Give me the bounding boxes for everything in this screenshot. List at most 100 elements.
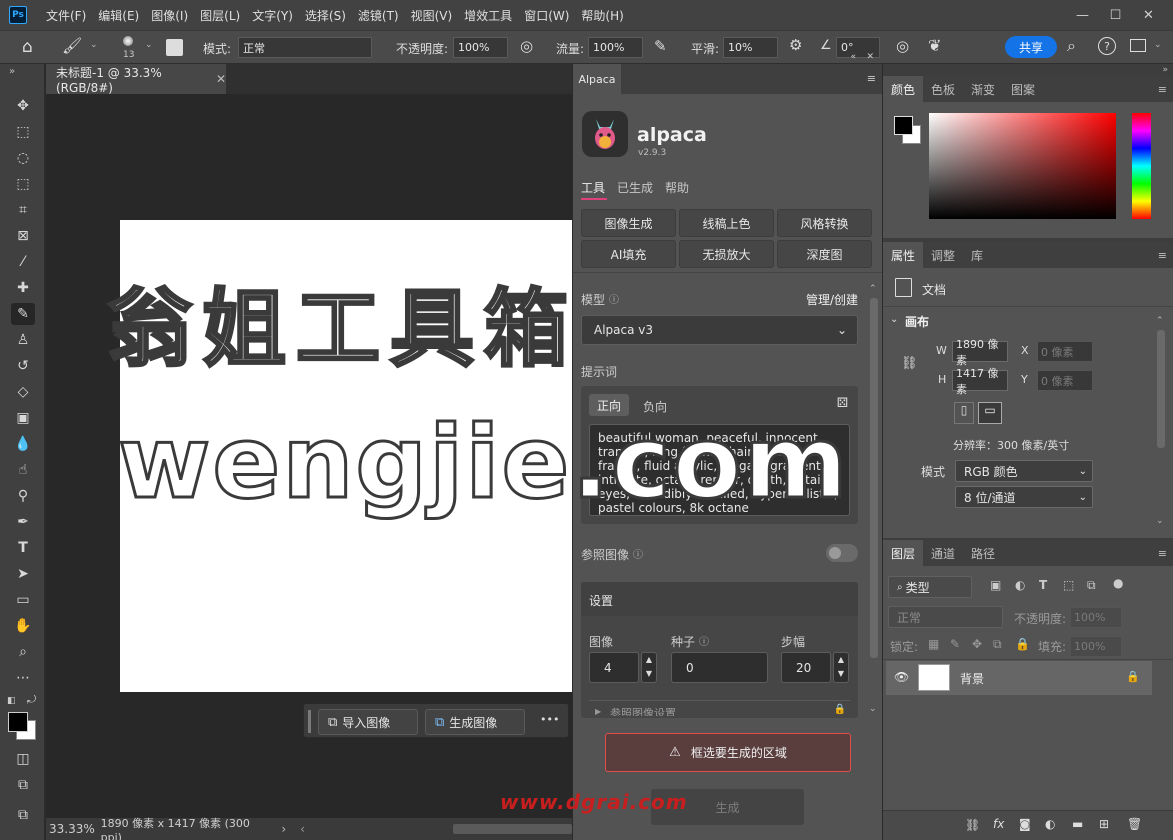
link-layers-icon[interactable]: ⛓ [965, 818, 980, 832]
tool-image-generate[interactable]: 图像生成 [581, 209, 676, 237]
y-input[interactable]: 0 像素 [1037, 370, 1093, 391]
plugin-scrollbar[interactable]: ⌃ ⌄ [869, 284, 879, 714]
plugin-tab[interactable]: Alpaca [573, 64, 621, 94]
workspace-icon[interactable] [1130, 39, 1146, 52]
eye-icon[interactable]: 👁 [894, 670, 909, 684]
menu-layer[interactable]: 图层(L) [194, 7, 246, 24]
hand-tool-icon[interactable]: ✋ [11, 615, 35, 637]
move-tool-icon[interactable]: ✥ [11, 95, 35, 117]
chevron-down-icon[interactable]: ⌄ [890, 314, 898, 325]
steps-input[interactable]: 20 [781, 652, 831, 683]
close-panel-icon[interactable]: ✕ [866, 52, 874, 62]
filter-toggle-icon[interactable]: ● [1113, 576, 1123, 590]
x-input[interactable]: 0 像素 [1037, 341, 1093, 362]
color-picker-field[interactable] [929, 113, 1116, 219]
object-select-tool-icon[interactable]: ⬚ [11, 173, 35, 195]
tab-properties[interactable]: 属性 [883, 242, 924, 268]
chevron-right-icon[interactable]: › [281, 822, 286, 836]
minimize-button[interactable]: — [1066, 8, 1099, 23]
panel-menu-icon[interactable]: ≡ [1158, 249, 1167, 262]
menu-type[interactable]: 文字(Y) [246, 7, 299, 24]
document-tab[interactable]: 未标题-1 @ 33.3%(RGB/8#) ✕ [46, 64, 226, 95]
pressure-size-icon[interactable]: ◎ [896, 37, 909, 55]
tab-adjustments[interactable]: 调整 [923, 242, 963, 268]
tool-lineart-color[interactable]: 线稿上色 [679, 209, 774, 237]
menu-select[interactable]: 选择(S) [299, 7, 352, 24]
collapse-icon[interactable]: » [9, 66, 15, 77]
swap-colors-icon[interactable]: ⤾ [27, 693, 36, 707]
tab-color[interactable]: 颜色 [883, 76, 924, 102]
panel-menu-icon[interactable]: ≡ [1158, 547, 1167, 560]
tab-channels[interactable]: 通道 [923, 540, 963, 566]
tab-gradients[interactable]: 渐变 [963, 76, 1003, 102]
tool-style-transfer[interactable]: 风格转换 [777, 209, 872, 237]
tab-layers[interactable]: 图层 [883, 540, 924, 566]
fill-input[interactable]: 100% [1070, 636, 1122, 657]
chevron-down-icon[interactable]: ⌄ [90, 40, 98, 50]
menu-help[interactable]: 帮助(H) [575, 7, 629, 24]
filter-adjustment-icon[interactable]: ◐ [1015, 578, 1025, 592]
document-info[interactable]: 1890 像素 x 1417 像素 (300 ppi) [101, 815, 274, 840]
generative-icon[interactable]: ⧉ [11, 804, 35, 826]
layer-name[interactable]: 背景 [960, 670, 984, 687]
default-colors-icon[interactable]: ◧ [7, 696, 16, 706]
width-input[interactable]: 1890 像素 [952, 338, 1008, 367]
height-input[interactable]: 1417 像素 [952, 367, 1008, 396]
model-select[interactable]: Alpaca v3 ⌄ [581, 315, 858, 345]
panel-menu-icon[interactable]: ≡ [867, 72, 876, 85]
nav-help[interactable]: 帮助 [665, 179, 689, 196]
pen-tool-icon[interactable]: ✒ [11, 511, 35, 533]
home-icon[interactable]: ⌂ [22, 37, 33, 57]
eraser-tool-icon[interactable]: ◇ [11, 381, 35, 403]
hue-slider[interactable] [1132, 113, 1151, 219]
panel-menu-icon[interactable]: ≡ [1158, 83, 1167, 96]
menu-image[interactable]: 图像(I) [145, 7, 194, 24]
landscape-icon[interactable]: ▭ [978, 402, 1002, 424]
maximize-button[interactable]: ☐ [1099, 8, 1132, 23]
zoom-tool-icon[interactable]: ⌕ [11, 641, 35, 663]
blur-tool-icon[interactable]: 💧 [11, 433, 35, 455]
layer-opacity-input[interactable]: 100% [1070, 607, 1122, 628]
info-icon[interactable]: ⓘ [633, 546, 643, 561]
lock-position-icon[interactable]: ✥ [972, 637, 982, 651]
menu-edit[interactable]: 编辑(E) [92, 7, 145, 24]
folder-icon[interactable]: ▬ [1072, 817, 1083, 831]
drag-handle[interactable] [308, 710, 311, 733]
bit-depth-select[interactable]: 8 位/通道 ⌄ [955, 486, 1093, 508]
reference-settings-label[interactable]: 参照图像设置 [610, 705, 676, 716]
seed-input[interactable]: 0 [671, 652, 768, 683]
nav-generated[interactable]: 已生成 [617, 179, 653, 196]
tool-upscale[interactable]: 无损放大 [679, 240, 774, 268]
more-options-icon[interactable]: ••• [540, 713, 559, 726]
brush-tool-icon[interactable]: ✎ [11, 303, 35, 325]
marquee-tool-icon[interactable]: ⬚ [11, 121, 35, 143]
new-layer-icon[interactable]: ⊞ [1099, 817, 1109, 831]
add-mask-icon[interactable]: ◙ [1019, 817, 1031, 831]
lock-all-icon[interactable]: 🔒 [1015, 637, 1030, 651]
images-input[interactable]: 4 [589, 652, 639, 683]
chevron-down-icon[interactable]: ⌄ [145, 40, 153, 50]
import-image-button[interactable]: ⧉ 导入图像 [318, 709, 418, 735]
healing-tool-icon[interactable]: ✚ [11, 277, 35, 299]
layer-row[interactable]: 👁 背景 🔒 [886, 661, 1152, 695]
scroll-left-icon[interactable]: ‹ [300, 822, 305, 836]
color-mode-select[interactable]: RGB 颜色 ⌄ [955, 460, 1093, 482]
info-icon[interactable]: ⓘ [609, 291, 619, 306]
chevron-down-icon[interactable]: ⌄ [1154, 40, 1162, 50]
fx-icon[interactable]: fx [993, 817, 1004, 831]
gradient-tool-icon[interactable]: ▣ [11, 407, 35, 429]
type-tool-icon[interactable]: T [11, 537, 35, 559]
mode-select[interactable]: 正常 [238, 37, 372, 58]
steps-stepper[interactable]: ▲ ▼ [833, 652, 849, 683]
lock-artboard-icon[interactable]: ⧉ [993, 637, 1002, 652]
eyedropper-tool-icon[interactable]: ⁄ [11, 251, 35, 273]
help-icon[interactable]: ? [1098, 37, 1116, 55]
frame-tool-icon[interactable]: ⊠ [11, 225, 35, 247]
reference-image-toggle[interactable] [826, 544, 858, 562]
pressure-opacity-icon[interactable]: ◎ [520, 37, 533, 55]
quick-mask-icon[interactable]: ◫ [11, 748, 35, 770]
share-button[interactable]: 共享 [1005, 36, 1057, 58]
tool-depth-map[interactable]: 深度图 [777, 240, 872, 268]
filter-shape-icon[interactable]: ⬚ [1063, 578, 1074, 592]
menu-window[interactable]: 窗口(W) [518, 7, 575, 24]
